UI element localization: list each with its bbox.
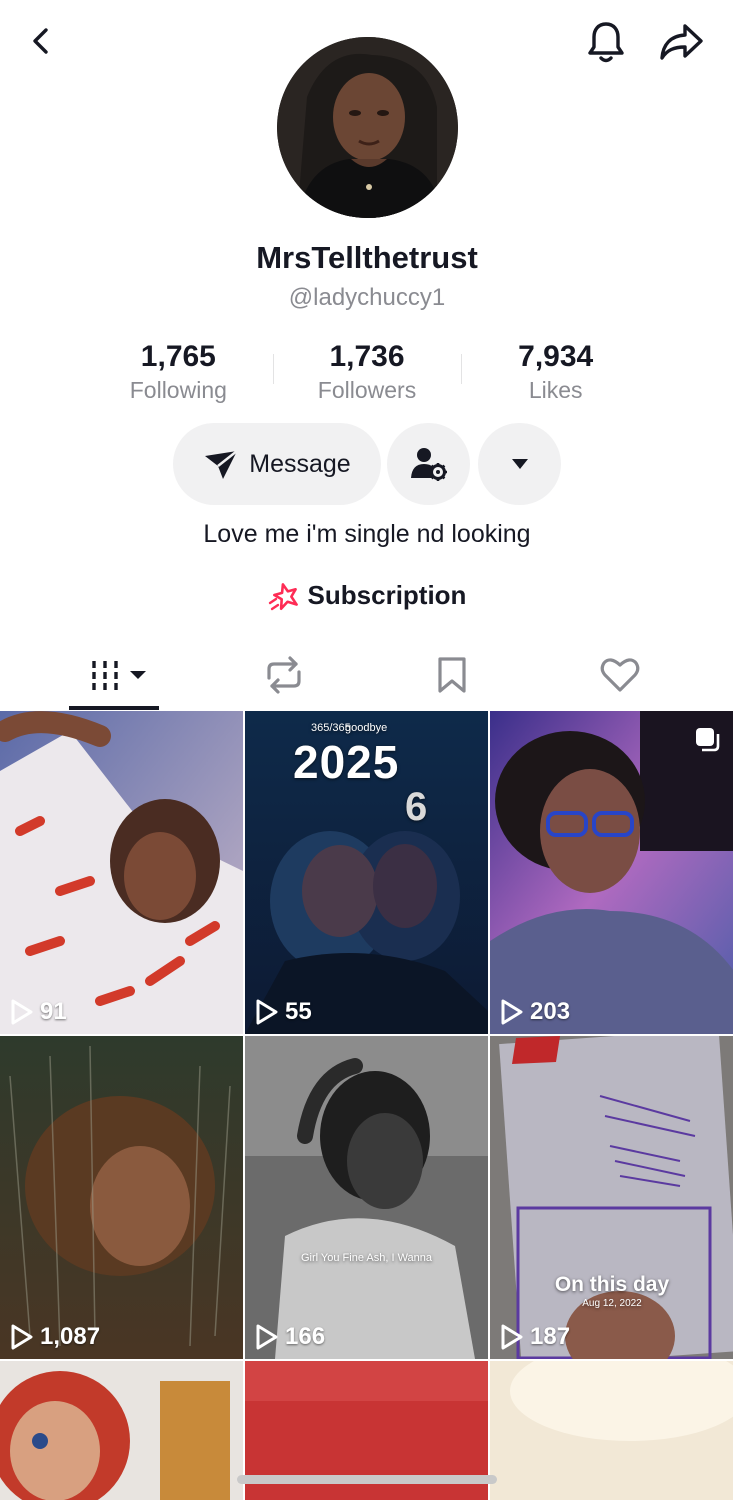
star-icon [268, 582, 298, 610]
view-count-text: 166 [285, 1323, 326, 1350]
username-handle: @ladychuccy1 [288, 284, 446, 311]
stat-following[interactable]: 1,765 Following [84, 338, 273, 408]
play-icon [256, 999, 278, 1025]
avatar-image [277, 37, 458, 218]
view-count: 1,087 [10, 1323, 100, 1351]
tab-liked[interactable] [536, 640, 704, 710]
stat-followers[interactable]: 1,736 Followers [272, 338, 462, 408]
grid-bars-icon [92, 661, 146, 690]
profile-actions: Message [0, 423, 734, 507]
stat-label: Likes [528, 377, 583, 403]
message-button[interactable]: Message [173, 423, 381, 505]
video-tile[interactable] [0, 1361, 243, 1500]
view-count: 166 [255, 1323, 325, 1351]
repost-icon [267, 656, 301, 694]
bell-icon [588, 22, 624, 63]
subscription-link[interactable]: Subscription [0, 580, 734, 611]
video-tile[interactable]: Girl You Fine Ash, I Wanna 166 [245, 1036, 488, 1359]
tab-favorites[interactable] [368, 640, 536, 710]
tab-videos[interactable] [36, 640, 204, 710]
tab-reposts[interactable] [200, 640, 368, 710]
stat-value: 1,765 [140, 340, 216, 373]
play-icon [11, 1324, 33, 1350]
content-tabs [0, 640, 734, 712]
video-tile[interactable]: On this day Aug 12, 2022 187 [490, 1036, 733, 1359]
caret-down-icon [511, 459, 528, 469]
stat-value: 1,736 [329, 340, 405, 373]
view-count: 187 [500, 1323, 570, 1351]
video-caption: On this day [554, 1273, 670, 1296]
paper-plane-icon [205, 450, 239, 479]
person-gear-icon [410, 448, 447, 481]
video-thumbnail [490, 1361, 733, 1500]
bio-text: Love me i'm single nd looking [203, 520, 531, 548]
video-caption: Girl You Fine Ash, I Wanna [300, 1252, 433, 1264]
play-icon [256, 1324, 278, 1350]
view-count-text: 203 [530, 998, 571, 1025]
back-button[interactable] [18, 18, 64, 64]
view-count: 203 [500, 998, 570, 1026]
view-count-text: 1,087 [40, 1323, 101, 1350]
avatar[interactable] [277, 37, 458, 218]
stat-label: Following [129, 377, 227, 403]
video-thumbnail [0, 711, 243, 1034]
overlay-goodbye: goodbye [345, 722, 388, 734]
chevron-left-icon [33, 28, 48, 54]
subscription-label: Subscription [307, 580, 467, 610]
multi-photo-icon [696, 728, 720, 752]
display-name: MrsTellthetrust [256, 240, 478, 275]
overlay-year: 2025 [293, 736, 400, 788]
video-date: Aug 12, 2022 [582, 1298, 642, 1309]
view-count-text: 91 [40, 998, 67, 1025]
heart-icon [600, 658, 640, 692]
play-icon [501, 999, 523, 1025]
video-thumbnail [0, 1036, 243, 1359]
profile-stats: 1,765 Following 1,736 Followers 7,934 Li… [84, 338, 650, 408]
view-count-text: 187 [530, 1323, 571, 1350]
add-friend-button[interactable] [387, 423, 470, 505]
share-icon [660, 24, 703, 60]
stat-likes[interactable]: 7,934 Likes [461, 338, 650, 408]
video-thumbnail [490, 711, 733, 1034]
video-thumbnail [245, 1036, 488, 1359]
view-count: 55 [255, 998, 312, 1026]
video-grid: 91 365/365 goodbye 2025 6 55 203 1,087 G… [0, 711, 734, 1500]
view-count-text: 55 [285, 998, 312, 1025]
video-tile[interactable]: 91 [0, 711, 243, 1034]
share-button[interactable] [655, 16, 707, 68]
video-thumbnail [490, 1036, 733, 1359]
active-tab-indicator [69, 706, 159, 710]
more-options-button[interactable] [478, 423, 561, 505]
video-tile[interactable]: 1,087 [0, 1036, 243, 1359]
view-count: 91 [10, 998, 67, 1026]
video-tile[interactable]: 203 [490, 711, 733, 1034]
home-indicator [237, 1475, 497, 1484]
bookmark-icon [438, 657, 466, 693]
stat-label: Followers [317, 377, 417, 403]
play-icon [11, 999, 33, 1025]
overlay-digit: 6 [405, 785, 428, 829]
video-thumbnail [0, 1361, 243, 1500]
message-label: Message [249, 449, 351, 478]
video-tile[interactable]: 365/365 goodbye 2025 6 55 [245, 711, 488, 1034]
notifications-button[interactable] [580, 16, 632, 68]
play-icon [501, 1324, 523, 1350]
video-tile[interactable] [490, 1361, 733, 1500]
stat-value: 7,934 [518, 340, 594, 373]
